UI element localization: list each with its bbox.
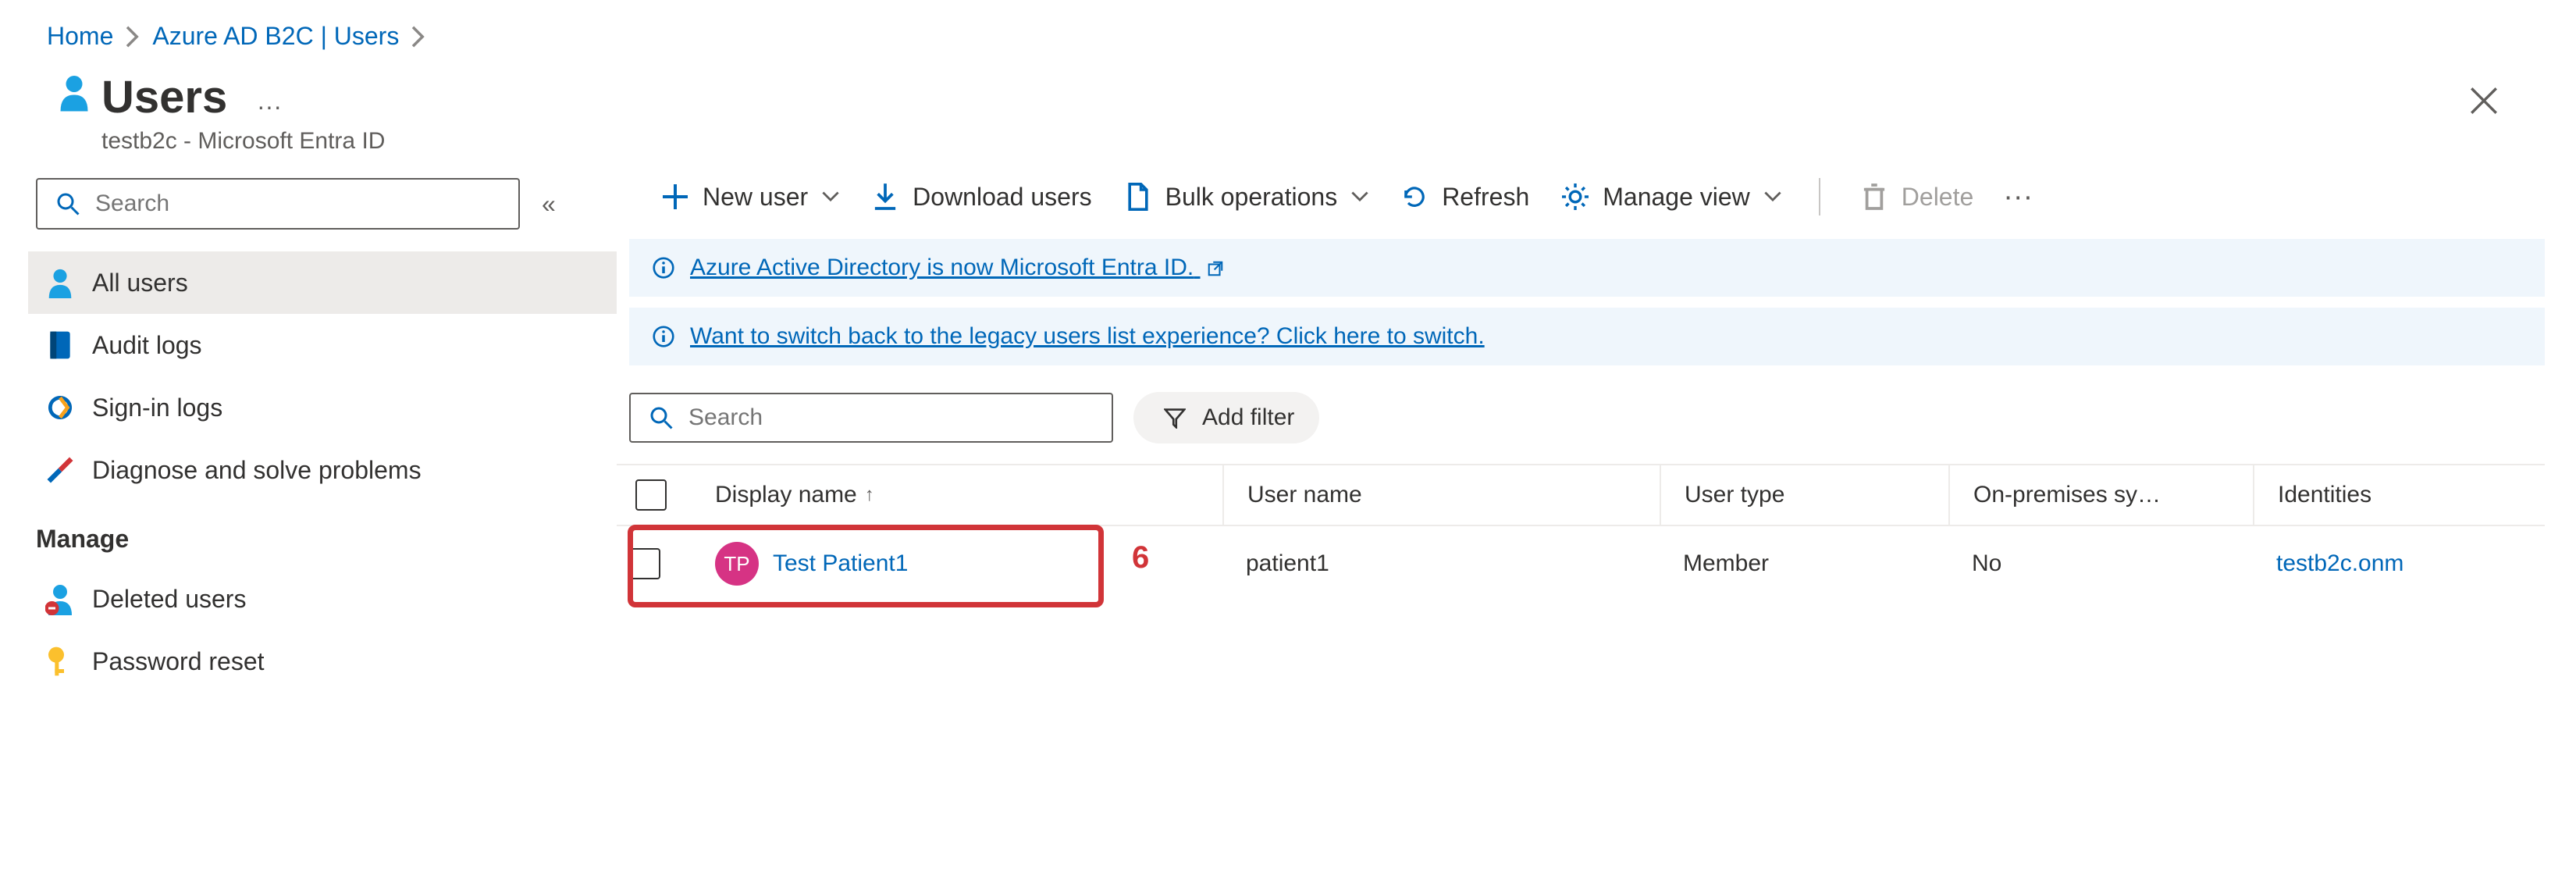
chevron-down-icon [1351, 191, 1368, 202]
collapse-sidebar-icon[interactable]: « [542, 190, 546, 219]
sidebar-search-input[interactable] [95, 191, 504, 217]
toolbar-divider [1819, 178, 1820, 215]
add-filter-button[interactable]: Add filter [1133, 392, 1319, 443]
add-filter-label: Add filter [1202, 404, 1294, 431]
sidebar: « All users Audit logs Sign-in logs Diag… [0, 175, 617, 693]
sidebar-item-label: All users [92, 269, 188, 297]
refresh-icon [1398, 180, 1431, 213]
chevron-down-icon [822, 191, 839, 202]
sidebar-item-diagnose[interactable]: Diagnose and solve problems [28, 439, 617, 501]
user-display-name-link[interactable]: Test Patient1 [773, 550, 908, 577]
sidebar-item-label: Sign-in logs [92, 394, 222, 422]
row-checkbox[interactable] [629, 548, 660, 579]
plus-icon [659, 180, 692, 213]
table-header: Display name ↑ User name User type On-pr… [617, 464, 2545, 526]
manage-view-button[interactable]: Manage view [1559, 180, 1781, 213]
cell-user-type: Member [1660, 550, 1948, 577]
gear-icon [1559, 180, 1592, 213]
breadcrumb: Home Azure AD B2C | Users [0, 0, 2576, 63]
deleted-user-icon [44, 582, 76, 615]
sidebar-section-manage: Manage [28, 501, 617, 568]
tool-label: Download users [913, 183, 1091, 212]
signin-icon [44, 391, 76, 424]
avatar: TP [715, 542, 759, 586]
info-banner-legacy: Want to switch back to the legacy users … [629, 308, 2545, 365]
table-row[interactable]: TP Test Patient1 patient1 Member No test… [617, 526, 2545, 601]
sidebar-item-label: Deleted users [92, 585, 246, 614]
column-identities[interactable]: Identities [2253, 465, 2532, 525]
toolbar: New user Download users Bulk operations [617, 175, 2545, 239]
refresh-button[interactable]: Refresh [1398, 180, 1529, 213]
sidebar-item-deleted-users[interactable]: Deleted users [28, 568, 617, 630]
sort-ascending-icon: ↑ [865, 484, 874, 506]
chevron-right-icon [410, 26, 427, 48]
tool-label: Manage view [1603, 183, 1750, 212]
delete-button[interactable]: Delete [1858, 180, 1974, 213]
more-menu-icon[interactable]: ··· [257, 92, 282, 120]
sidebar-item-all-users[interactable]: All users [28, 251, 617, 314]
sidebar-item-label: Password reset [92, 647, 265, 676]
info-banner-text: Azure Active Directory is now Microsoft … [690, 255, 1194, 280]
new-user-button[interactable]: New user [659, 180, 839, 213]
filter-row: Add filter [617, 376, 2545, 464]
column-display-name[interactable]: Display name ↑ [692, 465, 1222, 525]
annotation-number: 6 [1132, 540, 1149, 575]
sidebar-item-label: Audit logs [92, 331, 202, 360]
more-menu-icon[interactable]: ··· [2003, 180, 2033, 214]
bulk-operations-button[interactable]: Bulk operations [1122, 180, 1369, 213]
column-user-name[interactable]: User name [1222, 465, 1660, 525]
info-banner-link[interactable]: Want to switch back to the legacy users … [690, 323, 1485, 350]
info-banner-link[interactable]: Azure Active Directory is now Microsoft … [690, 255, 1224, 281]
main-content: New user Download users Bulk operations [617, 175, 2576, 693]
tool-label: Refresh [1442, 183, 1529, 212]
column-on-premises[interactable]: On-premises sy… [1948, 465, 2253, 525]
tool-label: Bulk operations [1165, 183, 1338, 212]
sidebar-item-label: Diagnose and solve problems [92, 456, 422, 485]
page-title: Users [101, 71, 227, 123]
download-icon [869, 180, 902, 213]
book-icon [44, 329, 76, 362]
info-icon [653, 257, 674, 279]
main-search-input[interactable] [688, 404, 1098, 431]
page-subtitle: testb2c - Microsoft Entra ID [101, 128, 2470, 155]
checkbox[interactable] [635, 479, 667, 511]
wrench-icon [44, 454, 76, 486]
user-icon [44, 266, 76, 299]
sidebar-item-audit-logs[interactable]: Audit logs [28, 314, 617, 376]
page-header: Users ··· testb2c - Microsoft Entra ID [0, 63, 2576, 175]
sidebar-item-signin-logs[interactable]: Sign-in logs [28, 376, 617, 439]
sidebar-item-password-reset[interactable]: Password reset [28, 630, 617, 693]
breadcrumb-users[interactable]: Azure AD B2C | Users [152, 22, 399, 51]
info-banner-entra: Azure Active Directory is now Microsoft … [629, 239, 2545, 297]
tool-label: Delete [1902, 183, 1974, 212]
close-icon[interactable] [2470, 87, 2498, 115]
key-icon [44, 645, 76, 678]
chevron-right-icon [124, 26, 141, 48]
cell-on-prem: No [1948, 550, 2253, 577]
trash-icon [1858, 180, 1891, 213]
main-search[interactable] [629, 393, 1113, 443]
tool-label: New user [703, 183, 808, 212]
download-users-button[interactable]: Download users [869, 180, 1091, 213]
column-select-all[interactable] [629, 465, 692, 525]
breadcrumb-home[interactable]: Home [47, 22, 113, 51]
cell-user-name: patient1 [1222, 550, 1660, 577]
cell-identities[interactable]: testb2c.onm [2253, 550, 2532, 577]
filter-icon [1158, 401, 1191, 434]
users-table: Display name ↑ User name User type On-pr… [617, 464, 2545, 601]
search-icon [52, 187, 84, 220]
document-icon [1122, 180, 1155, 213]
info-icon [653, 326, 674, 347]
column-user-type[interactable]: User type [1660, 465, 1948, 525]
sidebar-search[interactable] [36, 178, 520, 230]
column-label: Display name [715, 482, 857, 508]
user-silhouette-icon [58, 76, 91, 109]
chevron-down-icon [1764, 191, 1781, 202]
search-icon [645, 401, 678, 434]
